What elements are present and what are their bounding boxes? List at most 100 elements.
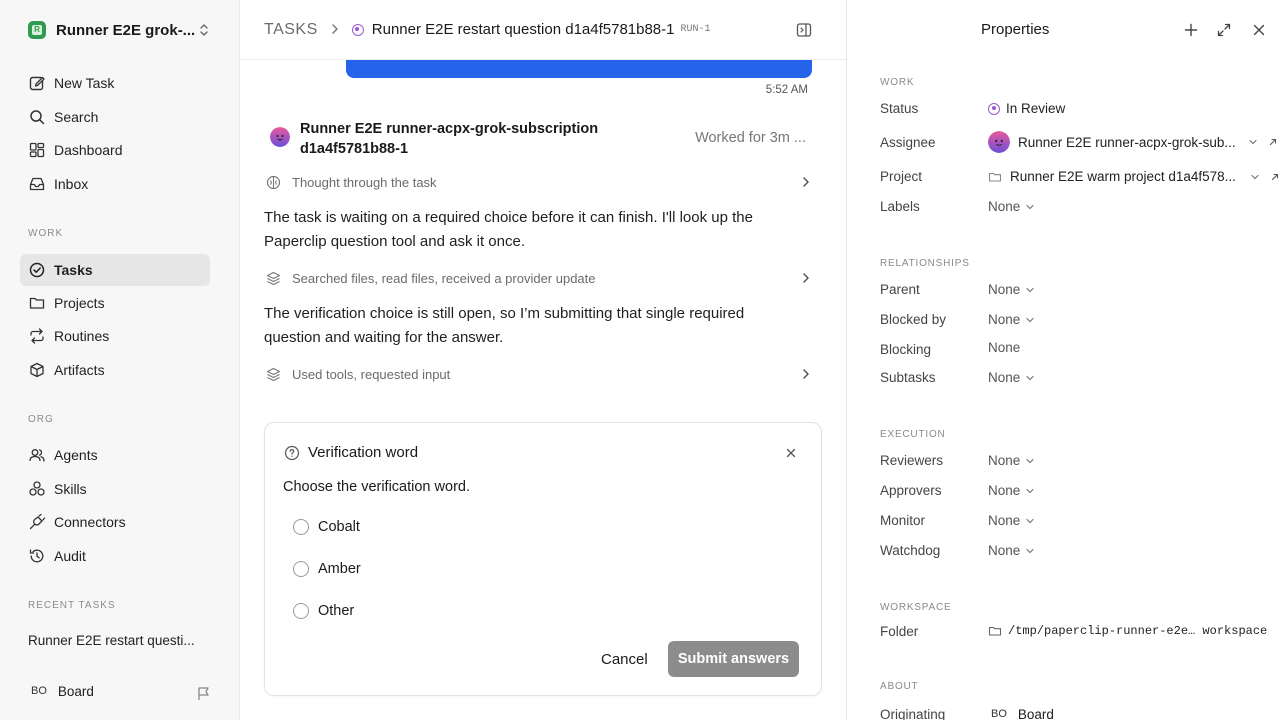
blocked-by-value[interactable]: None bbox=[988, 312, 1035, 327]
external-link-icon[interactable] bbox=[1268, 137, 1278, 147]
chevron-down-icon bbox=[1026, 458, 1034, 463]
status-value[interactable]: In Review bbox=[988, 101, 1065, 116]
chevron-down-icon bbox=[1251, 174, 1259, 179]
watchdog-value[interactable]: None bbox=[988, 543, 1035, 558]
question-header: Verification word bbox=[284, 444, 418, 461]
chevron-up-down-icon[interactable] bbox=[198, 22, 210, 38]
nav-routines-label: Routines bbox=[54, 328, 110, 344]
group-relationships: RELATIONSHIPS bbox=[880, 258, 970, 269]
monitor-text: None bbox=[988, 513, 1021, 528]
option-cobalt[interactable]: Cobalt bbox=[293, 519, 360, 535]
option-amber[interactable]: Amber bbox=[293, 561, 361, 577]
step-thought[interactable]: Thought through the task bbox=[266, 171, 812, 193]
subtasks-text: None bbox=[988, 370, 1021, 385]
run-tag: RUN-1 bbox=[680, 24, 711, 35]
blocked-by-text: None bbox=[988, 312, 1021, 327]
question-prompt: Choose the verification word. bbox=[283, 479, 470, 495]
nav-new-task[interactable]: New Task bbox=[20, 67, 210, 99]
project-label: Project bbox=[880, 169, 923, 184]
group-about: ABOUT bbox=[880, 681, 919, 692]
nav-inbox[interactable]: Inbox bbox=[20, 168, 210, 200]
radio-button[interactable] bbox=[293, 519, 309, 535]
subtasks-value[interactable]: None bbox=[988, 370, 1035, 385]
check-circle-icon bbox=[29, 262, 45, 278]
group-workspace: WORKSPACE bbox=[880, 602, 952, 613]
nav-audit-label: Audit bbox=[54, 548, 86, 564]
brain-icon bbox=[266, 175, 281, 189]
sidebar-panel-toggle-icon[interactable] bbox=[796, 22, 812, 38]
nav-search[interactable]: Search bbox=[20, 101, 210, 133]
submit-answers-button[interactable]: Submit answers bbox=[668, 641, 799, 677]
flag-icon[interactable] bbox=[196, 686, 211, 701]
approvers-value[interactable]: None bbox=[988, 483, 1035, 498]
nav-projects[interactable]: Projects bbox=[20, 287, 210, 319]
nav-audit[interactable]: Audit bbox=[20, 540, 210, 572]
history-icon bbox=[29, 549, 44, 563]
nav-projects-label: Projects bbox=[54, 295, 105, 311]
close-icon[interactable] bbox=[1251, 22, 1267, 38]
agent-avatar bbox=[270, 127, 290, 147]
step-searched[interactable]: Searched files, read files, received a p… bbox=[266, 267, 812, 289]
breadcrumb-tasks[interactable]: TASKS bbox=[264, 21, 318, 39]
folder-path: /tmp/paperclip-runner-e2e… workspace bbox=[1008, 624, 1268, 638]
originating-text: Board bbox=[1017, 706, 1054, 720]
plus-icon[interactable] bbox=[1183, 22, 1199, 38]
parent-text: None bbox=[988, 282, 1021, 297]
chevron-down-icon bbox=[1249, 139, 1257, 145]
folder-icon bbox=[29, 297, 45, 309]
nav-routines[interactable]: Routines bbox=[20, 320, 210, 352]
task-thread: 5:52 AM Runner E2E runner-acpx-grok-subs… bbox=[240, 60, 846, 720]
board-user[interactable]: BO Board bbox=[28, 683, 94, 699]
parent-value[interactable]: None bbox=[988, 282, 1035, 297]
in-review-status-icon bbox=[988, 102, 1000, 115]
properties-title: Properties bbox=[981, 21, 1050, 38]
workspace-name: Runner E2E grok-... bbox=[56, 21, 196, 39]
external-link-icon[interactable] bbox=[1270, 172, 1280, 182]
nav-skills[interactable]: Skills bbox=[20, 473, 210, 505]
project-value[interactable]: Runner E2E warm project d1a4f578... bbox=[988, 169, 1280, 184]
nav-dashboard[interactable]: Dashboard bbox=[20, 134, 210, 166]
question-card: Verification word Choose the verificatio… bbox=[264, 422, 822, 696]
nav-connectors[interactable]: Connectors bbox=[20, 506, 210, 538]
nav-new-task-label: New Task bbox=[54, 75, 115, 91]
dashboard-icon bbox=[29, 142, 45, 158]
originating-value[interactable]: BO Board bbox=[988, 706, 1054, 720]
nav-dashboard-label: Dashboard bbox=[54, 142, 123, 158]
labels-text: None bbox=[988, 199, 1021, 214]
workspace-logo: R bbox=[28, 21, 46, 39]
reviewers-value[interactable]: None bbox=[988, 453, 1035, 468]
question-title: Verification word bbox=[308, 444, 419, 461]
step-used-tools-label: Used tools, requested input bbox=[292, 366, 451, 382]
monitor-label: Monitor bbox=[880, 513, 926, 528]
radio-button[interactable] bbox=[293, 561, 309, 577]
expand-icon[interactable] bbox=[1216, 22, 1232, 38]
nav-artifacts[interactable]: Artifacts bbox=[20, 354, 210, 386]
monitor-value[interactable]: None bbox=[988, 513, 1035, 528]
blocking-text: None bbox=[988, 340, 1021, 355]
show-more-button[interactable] bbox=[346, 60, 812, 78]
radio-button[interactable] bbox=[293, 603, 309, 619]
workspace-switcher[interactable]: R Runner E2E grok-... bbox=[28, 19, 212, 41]
option-other[interactable]: Other bbox=[293, 603, 354, 619]
search-icon bbox=[30, 110, 45, 125]
folder-value[interactable]: /tmp/paperclip-runner-e2e… workspace bbox=[988, 624, 1267, 638]
plug-icon bbox=[29, 513, 46, 530]
nav-agents[interactable]: Agents bbox=[20, 439, 210, 471]
nav-tasks[interactable]: Tasks bbox=[20, 254, 210, 286]
close-icon[interactable] bbox=[785, 447, 797, 459]
subtasks-label: Subtasks bbox=[880, 370, 936, 385]
labels-value[interactable]: None bbox=[988, 199, 1035, 214]
assignee-label: Assignee bbox=[880, 135, 936, 150]
cancel-button[interactable]: Cancel bbox=[601, 651, 648, 668]
assignee-value[interactable]: Runner E2E runner-acpx-grok-sub... bbox=[988, 131, 1278, 153]
watchdog-text: None bbox=[988, 543, 1021, 558]
recent-task-item[interactable]: Runner E2E restart questi... bbox=[28, 633, 195, 648]
section-label-recent-tasks: RECENT TASKS bbox=[28, 600, 116, 611]
status-label: Status bbox=[880, 101, 919, 116]
agent-name: Runner E2E runner-acpx-grok-subscription… bbox=[300, 121, 599, 157]
worked-duration[interactable]: Worked for 3m ... bbox=[695, 130, 806, 146]
step-used-tools[interactable]: Used tools, requested input bbox=[266, 363, 812, 385]
status-text: In Review bbox=[1006, 101, 1066, 116]
originating-label: Originating bbox=[880, 707, 946, 720]
message-timestamp: 5:52 AM bbox=[765, 84, 808, 96]
